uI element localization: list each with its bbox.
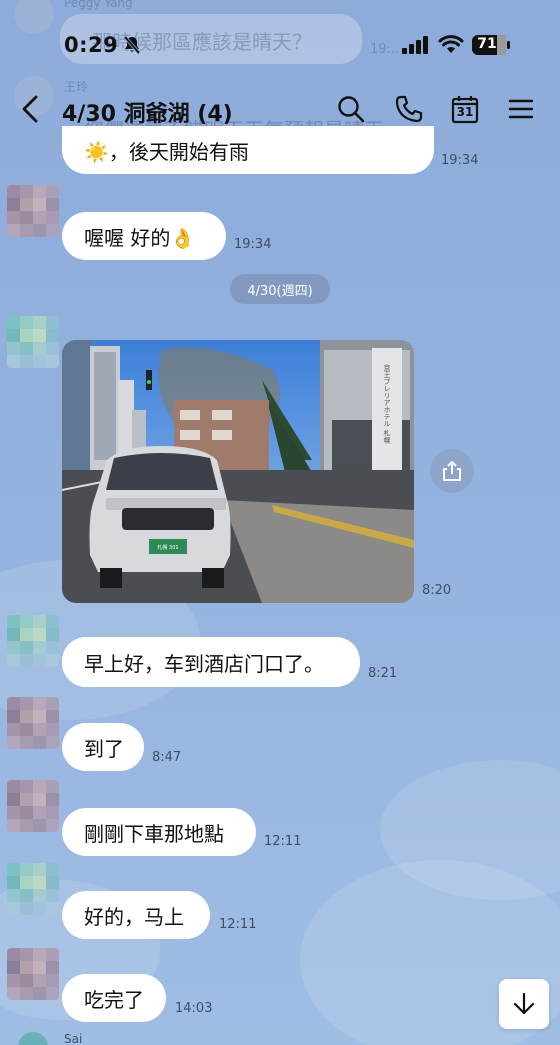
search-icon[interactable]: [336, 94, 366, 124]
message-timestamp: 14:03: [175, 1001, 213, 1016]
avatar[interactable]: [7, 697, 59, 749]
chat-title: 4/30 洞爺湖 (4): [62, 102, 233, 127]
avatar[interactable]: [18, 1032, 48, 1045]
date-separator: 4/30(週四): [230, 274, 330, 304]
message-text: 到了: [84, 736, 124, 761]
bell-slash-icon: [123, 35, 141, 55]
message-timestamp: 8:21: [368, 666, 398, 681]
arrow-down-icon: [513, 992, 535, 1015]
message-text: ☀️，後天開始有雨: [84, 139, 249, 164]
message-text: 喔喔 好的👌: [84, 225, 196, 250]
avatar[interactable]: [7, 185, 59, 237]
avatar[interactable]: [7, 863, 59, 915]
message-bubble[interactable]: 到了: [62, 723, 144, 771]
message-bubble[interactable]: ☀️，後天開始有雨: [62, 126, 434, 174]
message-bubble[interactable]: 吃完了: [62, 974, 166, 1022]
message-text: 好的，马上: [84, 904, 184, 929]
status-time: 0:29: [64, 33, 119, 57]
message-bubble[interactable]: 剛剛下車那地點: [62, 808, 256, 856]
phone-icon[interactable]: [394, 94, 424, 124]
cellular-signal-icon: [402, 36, 428, 54]
battery-level: 71: [477, 36, 497, 52]
car-at-hotel-photo: 京王プレリアホテル 札幌 KEIO PRESSO 札幌 301: [62, 340, 414, 603]
message-text: 吃完了: [84, 987, 144, 1012]
chevron-left-icon[interactable]: [18, 94, 42, 124]
sender-name: Sai: [64, 1032, 83, 1045]
chat-screen: Peggy Yang 那時候那區應該是晴天？ 19:.. 王玲 您們運氣不錯明天…: [0, 0, 560, 1045]
avatar[interactable]: [7, 316, 59, 368]
wifi-icon: [438, 35, 464, 53]
message-timestamp: 12:11: [264, 834, 302, 849]
message-timestamp: 19:34: [234, 237, 272, 252]
message-text: 早上好，车到酒店门口了。: [84, 651, 324, 676]
message-text: 剛剛下車那地點: [84, 821, 224, 846]
hotel-sign-text: 京王プレリアホテル 札幌: [383, 363, 391, 444]
license-plate: 札幌 301: [157, 544, 178, 551]
battery-indicator: 71: [472, 35, 510, 55]
message-bubble[interactable]: 好的，马上: [62, 891, 210, 939]
status-bar: 0:29 71: [0, 0, 560, 90]
message-bubble[interactable]: 早上好，车到酒店门口了。: [62, 637, 360, 687]
share-icon: [443, 461, 461, 481]
message-timestamp: 8:20: [422, 583, 452, 598]
photo-message[interactable]: 京王プレリアホテル 札幌 KEIO PRESSO 札幌 301: [62, 340, 414, 603]
message-timestamp: 8:47: [152, 750, 182, 765]
avatar[interactable]: [7, 615, 59, 667]
calendar-day: 31: [456, 105, 474, 119]
message-bubble[interactable]: 喔喔 好的👌: [62, 212, 226, 260]
share-button[interactable]: [430, 449, 474, 493]
message-timestamp: 19:34: [441, 153, 479, 168]
menu-icon[interactable]: [506, 94, 536, 124]
calendar-icon[interactable]: 31: [450, 94, 480, 124]
avatar[interactable]: [7, 780, 59, 832]
message-timestamp: 12:11: [219, 917, 257, 932]
avatar[interactable]: [7, 948, 59, 1000]
scroll-to-bottom-button[interactable]: [499, 979, 549, 1029]
